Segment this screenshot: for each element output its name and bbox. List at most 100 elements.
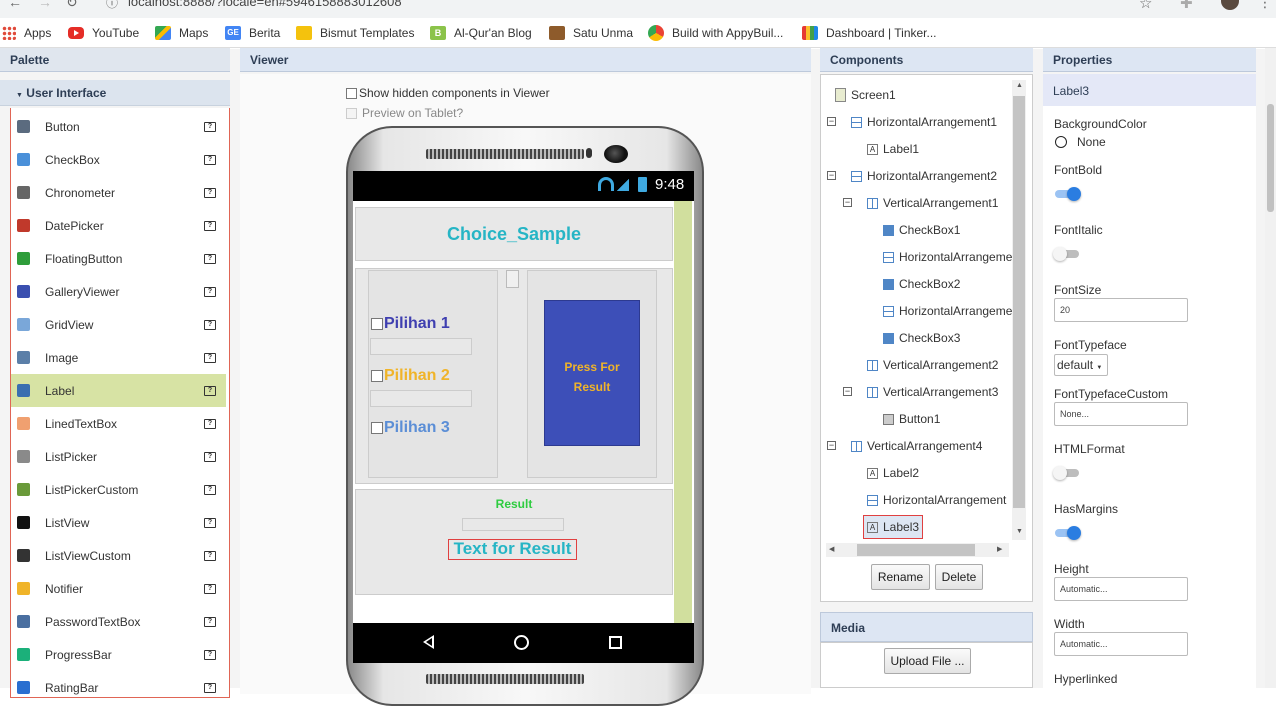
scroll-up-arrow[interactable]: ▲ xyxy=(1016,82,1023,89)
palette-item-button[interactable]: Button? xyxy=(11,110,226,143)
reload-icon[interactable]: ↻ xyxy=(66,0,78,11)
checkbox-2[interactable]: Pilihan 2 xyxy=(371,367,450,385)
help-icon[interactable]: ? xyxy=(204,220,216,231)
tree-node-label3[interactable]: A Label3 xyxy=(863,515,924,539)
palette-item-notifier[interactable]: Notifier? xyxy=(11,572,226,605)
palette-item-gridview[interactable]: GridView? xyxy=(11,308,226,341)
nav-home-icon[interactable] xyxy=(514,635,529,650)
extension-icon[interactable]: ✚ xyxy=(1180,0,1193,12)
help-icon[interactable]: ? xyxy=(204,649,216,660)
font-typeface-custom-input[interactable]: None... xyxy=(1054,402,1188,426)
palette-item-listview[interactable]: ListView? xyxy=(11,506,226,539)
bookmark-appybuilder[interactable]: Build with AppyBuil... xyxy=(648,25,783,41)
nav-recents-icon[interactable] xyxy=(609,636,622,649)
tree-node-checkbox3[interactable]: CheckBox3 xyxy=(883,326,960,350)
hscroll-thumb[interactable] xyxy=(857,544,975,556)
profile-avatar[interactable] xyxy=(1221,0,1239,10)
checkbox-1-box[interactable] xyxy=(371,318,383,330)
tree-node-horizontalarrangement[interactable]: HorizontalArrangement xyxy=(867,488,1006,512)
palette-item-listpickercustom[interactable]: ListPickerCustom? xyxy=(11,473,226,506)
menu-dots-icon[interactable]: ⋮ xyxy=(1258,0,1272,11)
tree-node-verticalarrangement4[interactable]: VerticalArrangement4 xyxy=(851,434,982,458)
app-title-label[interactable]: Choice_Sample xyxy=(355,224,673,245)
help-icon[interactable]: ? xyxy=(204,418,216,429)
tree-node-checkbox2[interactable]: CheckBox2 xyxy=(883,272,960,296)
palette-category-header[interactable]: ▼ User Interface xyxy=(0,80,230,106)
star-icon[interactable]: ☆ xyxy=(1139,0,1152,12)
checkbox-3-box[interactable] xyxy=(371,422,383,434)
help-icon[interactable]: ? xyxy=(204,451,216,462)
collapse-toggle-icon[interactable]: − xyxy=(827,117,836,126)
tree-node-verticalarrangement1[interactable]: VerticalArrangement1 xyxy=(867,191,998,215)
tree-node-label2[interactable]: A Label2 xyxy=(867,461,919,485)
preview-tablet-option[interactable]: Preview on Tablet? xyxy=(346,106,463,120)
horizontal-arrangement-cb1[interactable] xyxy=(370,338,472,355)
palette-item-datepicker[interactable]: DatePicker? xyxy=(11,209,226,242)
scroll-down-arrow[interactable]: ▼ xyxy=(1016,528,1023,535)
help-icon[interactable]: ? xyxy=(204,616,216,627)
horizontal-arrangement-cb2[interactable] xyxy=(370,390,472,407)
bookmark-tinker[interactable]: Dashboard | Tinker... xyxy=(802,25,937,41)
preview-tablet-checkbox[interactable] xyxy=(346,107,357,119)
bookmark-berita[interactable]: GE Berita xyxy=(225,25,280,41)
help-icon[interactable]: ? xyxy=(204,154,216,165)
address-url[interactable]: localhost:8888/?locale=en#59461588830126… xyxy=(128,0,402,9)
palette-item-floatingbutton[interactable]: FloatingButton? xyxy=(11,242,226,275)
palette-item-image[interactable]: Image? xyxy=(11,341,226,374)
show-hidden-option[interactable]: Show hidden components in Viewer xyxy=(346,86,550,100)
help-icon[interactable]: ? xyxy=(204,286,216,297)
delete-button[interactable]: Delete xyxy=(935,564,983,590)
palette-item-listviewcustom[interactable]: ListViewCustom? xyxy=(11,539,226,572)
help-icon[interactable]: ? xyxy=(204,517,216,528)
palette-item-label[interactable]: Label? xyxy=(11,374,226,407)
scroll-thumb[interactable] xyxy=(1013,96,1025,508)
has-margins-toggle[interactable] xyxy=(1053,526,1081,540)
info-icon[interactable]: ⓘ xyxy=(106,0,118,11)
font-size-input[interactable]: 20 xyxy=(1054,298,1188,322)
help-icon[interactable]: ? xyxy=(204,385,216,396)
tree-node-button1[interactable]: Button1 xyxy=(883,407,940,431)
palette-item-passwordtextbox[interactable]: PasswordTextBox? xyxy=(11,605,226,638)
help-icon[interactable]: ? xyxy=(204,583,216,594)
palette-item-listpicker[interactable]: ListPicker? xyxy=(11,440,226,473)
checkbox-1[interactable]: Pilihan 1 xyxy=(371,315,450,333)
bookmark-youtube[interactable]: YouTube xyxy=(68,25,139,41)
rename-button[interactable]: Rename xyxy=(871,564,930,590)
width-input[interactable]: Automatic... xyxy=(1054,632,1188,656)
tree-vscrollbar[interactable]: ▲ ▼ xyxy=(1012,80,1026,540)
tree-node-checkbox1[interactable]: CheckBox1 xyxy=(883,218,960,242)
vertical-arrangement-2[interactable] xyxy=(506,270,519,288)
properties-scrollbar[interactable] xyxy=(1265,48,1276,688)
checkbox-3[interactable]: Pilihan 3 xyxy=(371,419,450,437)
bookmark-maps[interactable]: Maps xyxy=(155,25,208,41)
collapse-toggle-icon[interactable]: − xyxy=(843,387,852,396)
help-icon[interactable]: ? xyxy=(204,253,216,264)
tree-node-horizontalarrangeme[interactable]: HorizontalArrangeme xyxy=(883,299,1012,323)
palette-item-linedtextbox[interactable]: LinedTextBox? xyxy=(11,407,226,440)
help-icon[interactable]: ? xyxy=(204,187,216,198)
tree-node-screen1[interactable]: Screen1 xyxy=(835,83,896,107)
forward-arrow-icon[interactable]: → xyxy=(38,0,52,10)
tree-node-horizontalarrangeme[interactable]: HorizontalArrangeme xyxy=(883,245,1012,269)
result-label[interactable]: Result xyxy=(355,497,673,511)
tree-hscrollbar[interactable]: ◀ ▶ xyxy=(826,543,1009,557)
collapse-toggle-icon[interactable]: − xyxy=(827,171,836,180)
palette-item-galleryviewer[interactable]: GalleryViewer? xyxy=(11,275,226,308)
help-icon[interactable]: ? xyxy=(204,352,216,363)
help-icon[interactable]: ? xyxy=(204,550,216,561)
bookmark-bismut[interactable]: Bismut Templates xyxy=(296,25,414,41)
font-typeface-dropdown[interactable]: default ▼ xyxy=(1054,354,1108,376)
tree-node-label1[interactable]: A Label1 xyxy=(867,137,919,161)
html-format-toggle[interactable] xyxy=(1053,466,1081,480)
collapse-toggle-icon[interactable]: − xyxy=(843,198,852,207)
bookmark-satu-unma[interactable]: Satu Unma xyxy=(549,25,633,41)
result-spacer[interactable] xyxy=(462,518,564,531)
bookmark-alquran[interactable]: B Al-Qur'an Blog xyxy=(430,25,532,41)
tree-node-horizontalarrangement2[interactable]: HorizontalArrangement2 xyxy=(851,164,997,188)
scroll-right-arrow[interactable]: ▶ xyxy=(997,545,1002,553)
background-color-picker[interactable]: None xyxy=(1055,135,1106,149)
tree-node-horizontalarrangement1[interactable]: HorizontalArrangement1 xyxy=(851,110,997,134)
back-arrow-icon[interactable]: ← xyxy=(8,0,22,10)
show-hidden-checkbox[interactable] xyxy=(346,87,357,99)
help-icon[interactable]: ? xyxy=(204,319,216,330)
